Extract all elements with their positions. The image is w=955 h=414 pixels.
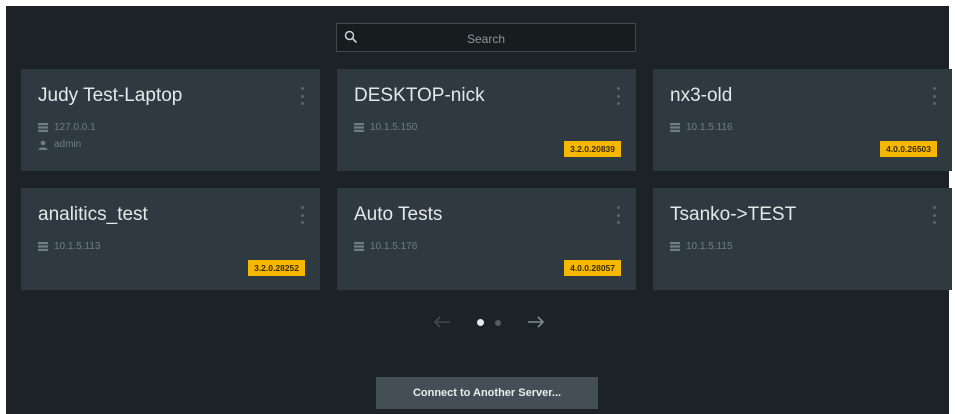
version-badge: 4.0.0.28057 [564, 260, 621, 276]
more-vertical-icon[interactable] [616, 206, 620, 224]
server-address-text: 10.1.5.150 [370, 122, 418, 133]
server-tile[interactable]: nx3-old 10.1.5.116 4.0.0.26503 [653, 69, 952, 171]
server-address-text: 10.1.5.113 [54, 241, 101, 252]
server-tile[interactable]: Tsanko->TEST 10.1.5.115 [653, 188, 952, 290]
server-name: DESKTOP-nick [354, 85, 485, 106]
server-icon [670, 242, 680, 251]
search-input[interactable]: Search [336, 23, 636, 52]
connect-another-server-button[interactable]: Connect to Another Server... [376, 377, 598, 409]
server-name: Judy Test-Laptop [38, 85, 183, 106]
server-name: Tsanko->TEST [670, 204, 797, 225]
pagination [433, 313, 549, 333]
server-name: nx3-old [670, 85, 733, 106]
arrow-right-icon[interactable] [527, 315, 545, 329]
server-name: Auto Tests [354, 204, 443, 225]
version-badge: 3.2.0.20839 [564, 141, 621, 157]
arrow-left-icon[interactable] [433, 315, 451, 329]
server-user: admin [38, 139, 81, 150]
server-icon [670, 123, 680, 132]
server-address-text: 10.1.5.176 [370, 241, 418, 252]
server-address-text: 127.0.0.1 [54, 122, 96, 133]
server-address: 10.1.5.176 [354, 241, 417, 252]
more-vertical-icon[interactable] [932, 206, 936, 224]
server-tile[interactable]: Auto Tests 10.1.5.176 4.0.0.28057 [337, 188, 636, 290]
server-icon [38, 242, 48, 251]
more-vertical-icon[interactable] [616, 87, 620, 105]
server-address: 10.1.5.150 [354, 122, 417, 133]
server-tile[interactable]: analitics_test 10.1.5.113 3.2.0.28252 [21, 188, 320, 290]
server-tile[interactable]: DESKTOP-nick 10.1.5.150 3.2.0.20839 [337, 69, 636, 171]
server-address: 10.1.5.113 [38, 241, 101, 252]
search-placeholder: Search [466, 32, 506, 46]
server-icon [354, 123, 364, 132]
server-name: analitics_test [38, 204, 148, 225]
more-vertical-icon[interactable] [300, 206, 304, 224]
server-address: 10.1.5.116 [670, 122, 733, 133]
more-vertical-icon[interactable] [932, 87, 936, 105]
page-dot-active[interactable] [477, 319, 484, 326]
server-address: 127.0.0.1 [38, 122, 96, 133]
page-dot[interactable] [495, 320, 501, 326]
server-address-text: 10.1.5.116 [686, 122, 733, 133]
server-icon [38, 123, 48, 132]
server-address-text: 10.1.5.115 [686, 241, 733, 252]
version-badge: 3.2.0.28252 [248, 260, 305, 276]
server-user-text: admin [54, 139, 82, 150]
user-icon [38, 140, 48, 150]
server-tile[interactable]: Judy Test-Laptop 127.0.0.1 admin [21, 69, 320, 171]
server-address: 10.1.5.115 [670, 241, 733, 252]
more-vertical-icon[interactable] [300, 87, 304, 105]
server-icon [354, 242, 364, 251]
version-badge: 4.0.0.26503 [880, 141, 937, 157]
server-selection-screen: Search Judy Test-Laptop 127.0.0.1 admin … [6, 6, 952, 414]
